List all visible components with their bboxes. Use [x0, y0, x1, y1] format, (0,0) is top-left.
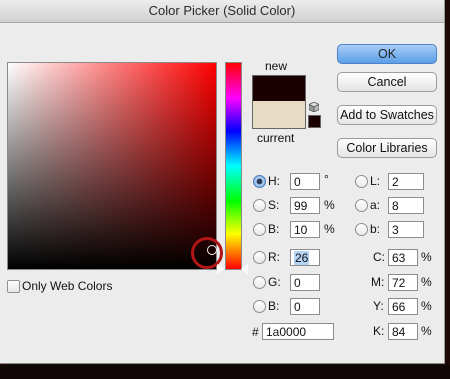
add-to-swatches-button[interactable]: Add to Swatches	[337, 105, 437, 125]
hue-slider-handle-right[interactable]	[241, 264, 248, 274]
hue-slider[interactable]	[225, 62, 242, 270]
radio-green[interactable]	[253, 276, 266, 289]
radio-saturation[interactable]	[253, 199, 266, 212]
hue-label: H:	[268, 174, 280, 188]
magenta-input[interactable]: 72	[388, 274, 418, 291]
cyan-unit: %	[421, 250, 432, 264]
radio-brightness[interactable]	[253, 223, 266, 236]
saturation-unit: %	[324, 198, 335, 212]
lightness-label: L:	[370, 174, 381, 188]
hue-slider-handle-left[interactable]	[217, 264, 224, 274]
gamut-cube-icon[interactable]	[309, 102, 319, 112]
a-label: a:	[370, 198, 381, 212]
cyan-label: C:	[373, 250, 385, 264]
black-input[interactable]: 84	[388, 323, 418, 340]
red-input-value: 26	[294, 251, 310, 265]
only-web-colors-label: Only Web Colors	[22, 279, 113, 293]
hue-unit: °	[324, 172, 329, 186]
radio-a[interactable]	[355, 199, 368, 212]
yellow-label: Y:	[373, 299, 384, 313]
new-color-swatch	[252, 75, 306, 101]
color-libraries-button[interactable]: Color Libraries	[337, 138, 437, 158]
brightness-unit: %	[324, 222, 335, 236]
background-bottom	[0, 365, 450, 379]
magenta-unit: %	[421, 275, 432, 289]
hex-label: #	[252, 325, 259, 339]
red-input[interactable]: 26	[290, 249, 320, 266]
radio-blue[interactable]	[253, 300, 266, 313]
blue-label: B:	[268, 299, 280, 313]
yellow-input[interactable]: 66	[388, 298, 418, 315]
saturation-label: S:	[268, 198, 280, 212]
color-field-cursor[interactable]	[207, 245, 217, 255]
black-label: K:	[373, 324, 385, 338]
b-lab-input[interactable]: 3	[388, 221, 424, 238]
saturation-input[interactable]: 99	[290, 197, 320, 214]
green-label: G:	[268, 275, 281, 289]
radio-hue[interactable]	[253, 175, 266, 188]
ok-button[interactable]: OK	[337, 44, 437, 64]
b-lab-label: b:	[370, 222, 381, 236]
only-web-colors-checkbox[interactable]	[7, 280, 20, 293]
black-unit: %	[421, 324, 432, 338]
green-input[interactable]: 0	[290, 274, 320, 291]
red-label: R:	[268, 250, 280, 264]
saturation-brightness-field[interactable]	[7, 62, 217, 270]
hex-input[interactable]: 1a0000	[262, 323, 334, 340]
brightness-input[interactable]: 10	[290, 221, 320, 238]
cancel-button[interactable]: Cancel	[337, 72, 437, 92]
blue-input[interactable]: 0	[290, 298, 320, 315]
cyan-input[interactable]: 63	[388, 249, 418, 266]
current-color-swatch[interactable]	[252, 101, 306, 129]
brightness-label: B:	[268, 222, 280, 236]
lightness-input[interactable]: 2	[388, 173, 424, 190]
color-picker-window: Color Picker (Solid Color) new current O…	[0, 0, 445, 364]
a-input[interactable]: 8	[388, 197, 424, 214]
new-label: new	[265, 59, 288, 73]
web-color-swatch-icon[interactable]	[308, 115, 321, 128]
radio-red[interactable]	[253, 251, 266, 264]
magenta-label: M:	[371, 275, 385, 289]
yellow-unit: %	[421, 299, 432, 313]
radio-b-lab[interactable]	[355, 223, 368, 236]
radio-lightness[interactable]	[355, 175, 368, 188]
window-title: Color Picker (Solid Color)	[0, 0, 444, 23]
hue-input[interactable]: 0	[290, 173, 320, 190]
current-label: current	[257, 131, 295, 145]
